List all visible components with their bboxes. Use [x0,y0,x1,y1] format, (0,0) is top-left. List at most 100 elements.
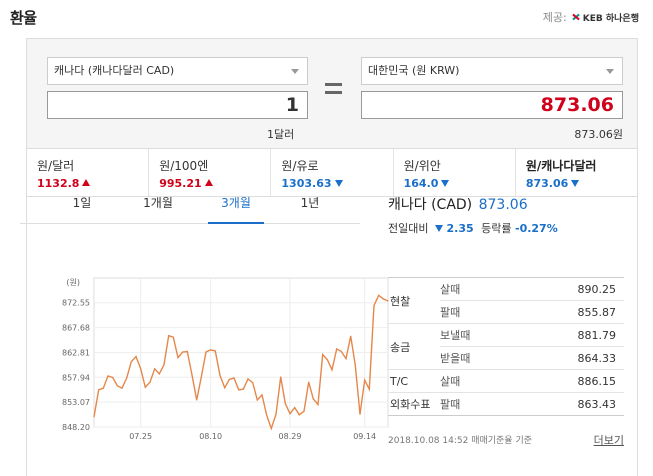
data-point [107,375,109,377]
data-point [298,414,300,416]
data-point [135,355,137,358]
y-tick-label: 853.07 [62,398,90,407]
keb-hana-logo: KEB 하나은행 [571,11,639,24]
to-currency-select[interactable]: 대한민국 (원 KRW) [361,57,623,85]
data-point [121,387,123,389]
rate-group: 현찰 [388,277,440,324]
data-point [191,374,193,376]
data-point [205,351,207,353]
period-tab[interactable]: 1일 [54,192,110,224]
rate-tab-name: 원/유로 [281,159,319,173]
rate-tab-name: 원/달러 [37,159,75,173]
rate-value: -0.27% [515,222,558,235]
arrow-down-icon [334,180,343,187]
data-point [331,369,333,371]
data-point [98,389,100,391]
data-point [233,377,235,379]
rate-tab[interactable]: 원/위안 164.0 [394,149,516,196]
provider-label: 제공: [542,11,567,24]
provider-name: KEB 하나은행 [582,13,639,24]
rate-type: 팔때 [440,300,502,324]
footer: 2018.10.08 14:52 매매기준율 기준 더보기 [388,432,624,448]
data-point [140,368,142,370]
data-point [294,407,296,409]
y-tick-label: 862.81 [62,348,90,357]
y-tick-label: 867.68 [62,324,90,333]
data-point [154,368,156,370]
from-currency-label: 캐나다 (캐나다달러 CAD) [54,64,175,77]
rate-tab-name: 원/100엔 [159,159,209,173]
x-tick-label: 07.25 [129,432,152,441]
arrow-up-icon [204,179,213,186]
data-point [364,379,366,381]
keb-logo-icon [571,12,581,22]
data-point [350,335,352,337]
data-point [238,389,240,391]
rate-value: 881.79 [502,323,624,347]
rate-type: 살때 [440,369,502,393]
from-unit-text: 1달러 [267,128,295,141]
data-point [340,350,342,353]
chevron-down-icon [606,69,614,74]
rate-type: 보낼때 [440,323,502,347]
arrow-down-icon [571,180,580,187]
data-point [336,348,338,350]
rate-group: T/C [388,369,440,393]
rate-tab[interactable]: 원/캐나다달러 873.06 [516,149,637,196]
data-point [345,358,347,360]
converter-panel: 캐나다 (캐나다달러 CAD) 1 대한민국 (원 KRW) 873.06 1달… [27,39,637,149]
chevron-down-icon [291,69,299,74]
period-tab[interactable]: 1개월 [130,192,186,224]
provider-info: 제공: KEB 하나은행 [543,9,639,25]
summary-currency: 캐나다 (CAD) [388,197,473,213]
data-point [210,349,212,351]
rate-tab[interactable]: 원/달러 1132.8 [27,149,150,196]
data-point [247,378,249,380]
data-point [354,364,356,366]
from-amount-input[interactable]: 1 [47,91,308,119]
data-point [149,381,151,383]
summary-title: 캐나다 (CAD) 873.06 [388,194,610,214]
period-tabs: 1일 1개월 3개월 1년 [20,192,360,224]
to-unit-text: 873.06원 [574,128,623,141]
to-amount-input[interactable]: 873.06 [361,91,623,119]
period-tab[interactable]: 3개월 [208,192,264,224]
data-point [200,376,202,378]
period-tab[interactable]: 1년 [282,192,338,224]
data-point [308,381,310,383]
data-point [252,382,254,384]
to-currency-label: 대한민국 (원 KRW) [368,64,460,77]
more-link[interactable]: 더보기 [594,432,624,448]
rate-value: 855.87 [502,300,624,324]
y-axis-label: (원) [66,278,80,287]
data-point [214,350,216,352]
data-point [317,403,319,406]
rate-label: 등락률 [481,222,512,235]
x-tick-label: 08.10 [199,432,222,441]
data-point [186,350,188,353]
from-currency-select[interactable]: 캐나다 (캐나다달러 CAD) [47,57,308,85]
data-point [163,364,165,366]
data-point [219,374,221,377]
rate-tab[interactable]: 원/유로 1303.63 [271,149,394,196]
summary-change: 전일대비 2.35 등락률 -0.27% [388,220,610,236]
data-point [177,357,179,359]
data-point [368,388,370,390]
data-point [284,402,286,405]
table-row: 외화수표 팔때 863.43 [388,392,624,416]
currency-summary: 캐나다 (CAD) 873.06 전일대비 2.35 등락률 -0.27% [388,194,610,236]
rate-tab-value: 873.06 [526,177,637,190]
rate-tab-value: 1132.8 [37,177,148,190]
rate-type: 팔때 [440,392,502,416]
rate-group: 송금 [388,323,440,370]
arrow-down-icon [434,225,443,232]
equals-icon [325,83,342,94]
x-tick-label: 08.29 [279,432,302,441]
data-point [280,376,282,378]
data-point [228,378,230,381]
rate-value: 864.33 [502,346,624,370]
rate-tab[interactable]: 원/100엔 995.21 [149,149,272,196]
data-point [378,294,380,296]
data-point [382,298,384,300]
table-row: T/C 살때 886.15 [388,369,624,393]
